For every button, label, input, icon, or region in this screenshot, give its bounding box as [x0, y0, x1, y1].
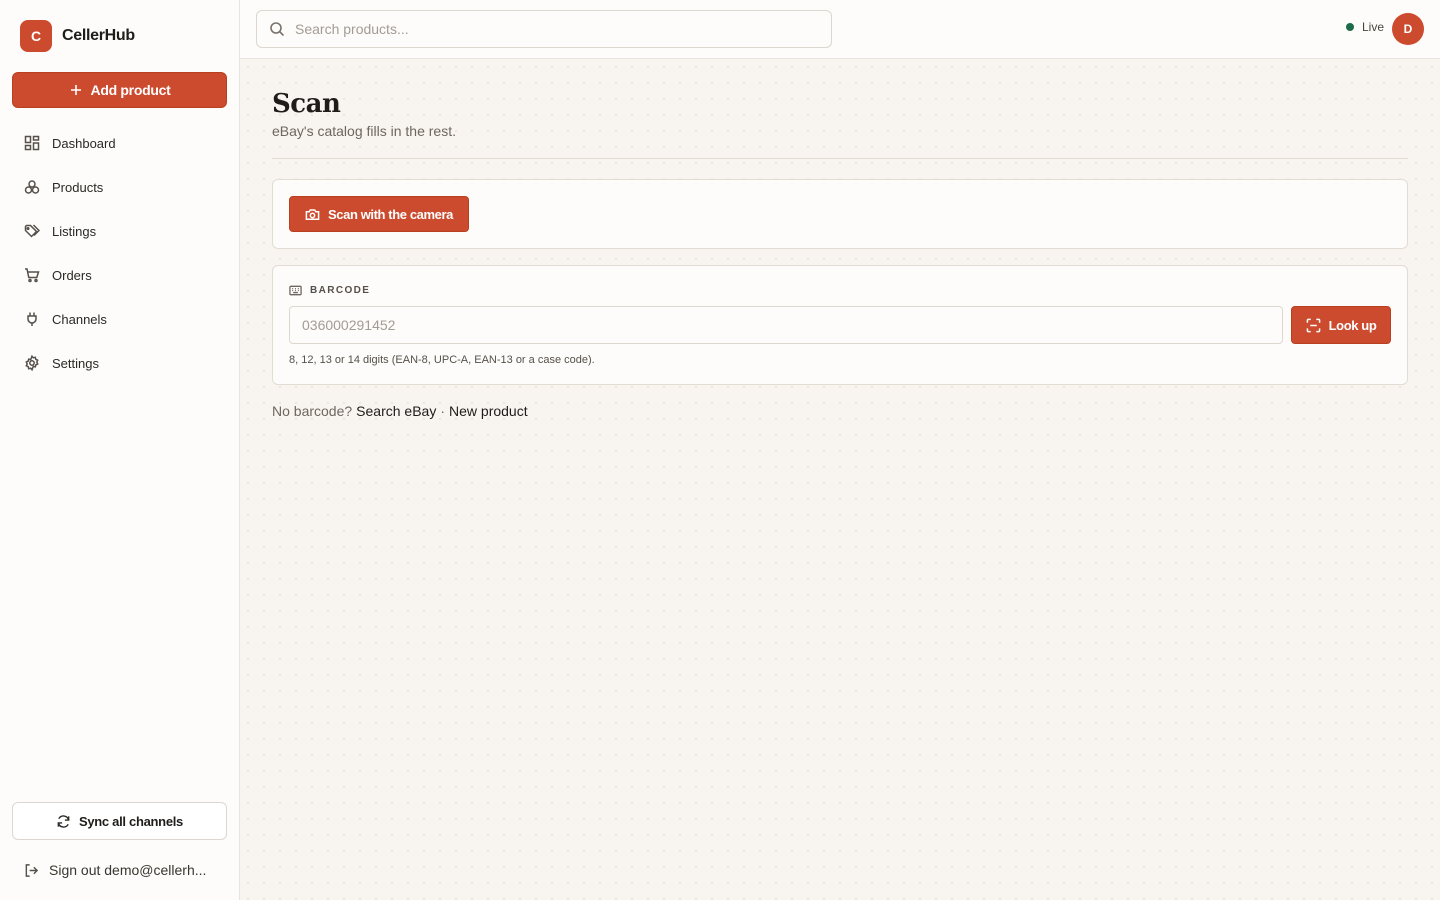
tag-icon: [24, 224, 40, 238]
brand-logo: C: [20, 20, 52, 52]
refresh-icon: [57, 814, 70, 828]
gear-icon: [25, 355, 39, 371]
page-subtitle: eBay's catalog fills in the rest.: [272, 123, 456, 139]
barcode-card: BARCODE Look up 8, 12, 13 or 14 digits (…: [272, 265, 1408, 385]
page-title: Scan: [272, 89, 341, 119]
sidebar-item-channels[interactable]: Channels: [12, 297, 227, 341]
scan-frame-icon: [1306, 318, 1320, 332]
live-status-label: Live: [1362, 20, 1385, 34]
barcode-label-text: BARCODE: [310, 285, 371, 296]
cart-icon: [25, 268, 40, 283]
brand[interactable]: C CellerHub: [20, 20, 135, 52]
sidebar-item-products[interactable]: Products: [12, 165, 227, 209]
search-input[interactable]: [295, 21, 795, 37]
camera-card: Scan with the camera: [272, 179, 1408, 249]
divider: [272, 158, 1408, 159]
search-box[interactable]: [256, 10, 832, 48]
barcode-label: BARCODE: [289, 284, 370, 297]
sidebar-item-label: Listings: [52, 223, 97, 239]
brand-name: CellerHub: [62, 27, 135, 44]
camera-icon: [305, 208, 320, 220]
topbar: Live D: [240, 0, 1440, 59]
sign-out-label: Sign out demo@cellerh...: [49, 862, 207, 878]
look-up-label: Look up: [1328, 317, 1377, 333]
sidebar-item-label: Products: [52, 179, 104, 195]
sidebar: C CellerHub Add product Dashboard Produc…: [0, 0, 240, 900]
live-status: Live: [1346, 20, 1384, 34]
sidebar-nav: Dashboard Products Listings Orders Chann…: [12, 121, 227, 385]
sidebar-item-label: Dashboard: [52, 135, 116, 151]
sync-all-channels-button[interactable]: Sync all channels: [12, 802, 227, 840]
sidebar-item-settings[interactable]: Settings: [12, 341, 227, 385]
separator: ·: [440, 403, 446, 419]
sync-label: Sync all channels: [78, 813, 183, 829]
keyboard-icon: [289, 285, 302, 296]
no-barcode-row: No barcode? Search eBay · New product: [272, 403, 528, 419]
search-icon: [270, 22, 285, 37]
no-barcode-prefix: No barcode?: [272, 403, 353, 419]
sidebar-item-listings[interactable]: Listings: [12, 209, 227, 253]
dashboard-icon: [24, 135, 40, 151]
barcode-input[interactable]: [289, 306, 1283, 344]
sidebar-item-dashboard[interactable]: Dashboard: [12, 121, 227, 165]
scan-camera-button[interactable]: Scan with the camera: [289, 196, 469, 232]
products-icon: [24, 180, 40, 194]
new-product-link[interactable]: New product: [449, 403, 528, 419]
sign-out-button[interactable]: Sign out demo@cellerh...: [24, 858, 224, 882]
logout-icon: [25, 863, 39, 877]
search-ebay-link[interactable]: Search eBay: [356, 403, 436, 419]
add-product-button[interactable]: Add product: [12, 72, 227, 108]
sidebar-item-label: Orders: [52, 267, 92, 283]
add-product-label: Add product: [90, 82, 171, 98]
sidebar-item-label: Settings: [52, 355, 99, 371]
main-content: Scan eBay's catalog fills in the rest. S…: [240, 59, 1440, 900]
sidebar-item-label: Channels: [52, 311, 107, 327]
user-avatar[interactable]: D: [1392, 13, 1424, 45]
look-up-button[interactable]: Look up: [1291, 306, 1391, 344]
plus-icon: [70, 85, 81, 95]
scan-camera-label: Scan with the camera: [328, 206, 453, 222]
sidebar-item-orders[interactable]: Orders: [12, 253, 227, 297]
live-status-dot: [1346, 23, 1354, 31]
plug-icon: [27, 312, 37, 326]
barcode-hint: 8, 12, 13 or 14 digits (EAN-8, UPC-A, EA…: [289, 354, 595, 366]
